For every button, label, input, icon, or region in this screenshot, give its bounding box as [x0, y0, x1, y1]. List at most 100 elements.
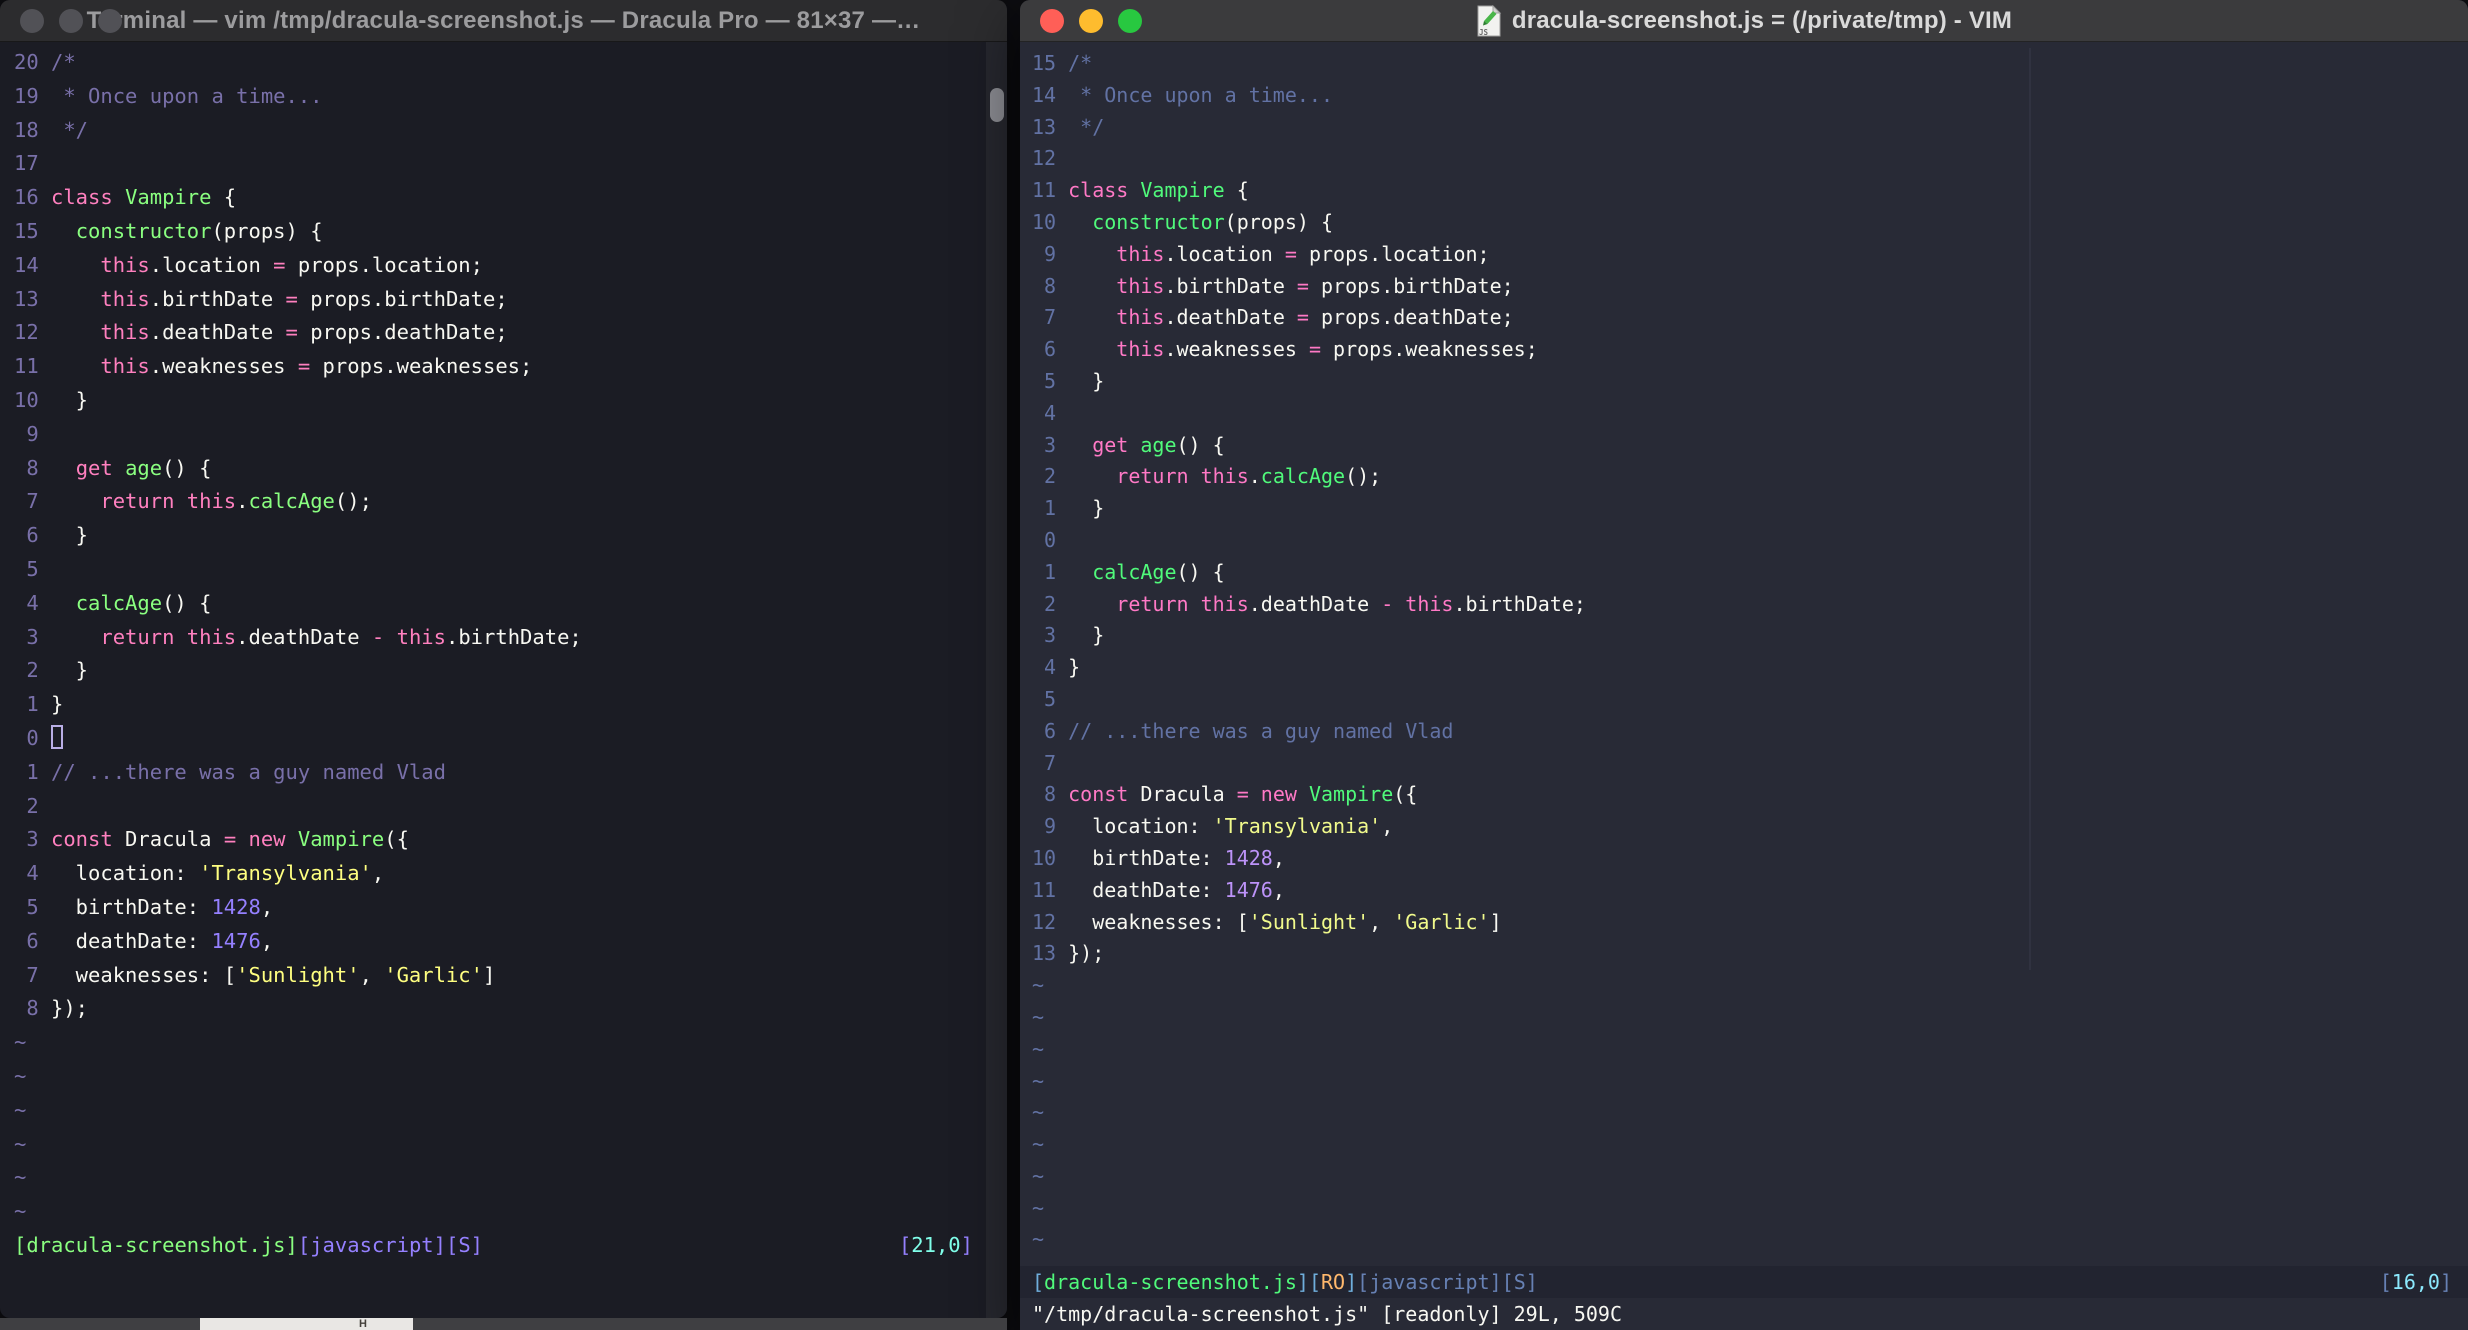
line-number: 7 [26, 489, 39, 514]
minimize-button[interactable] [1079, 9, 1103, 33]
code-line[interactable]: 13 */ [1032, 112, 2456, 144]
code-line[interactable]: 9 this.location = props.location; [1032, 239, 2456, 271]
code-line[interactable]: 5 [1032, 684, 2456, 716]
code-line[interactable]: 10 birthDate: 1428, [1032, 843, 2456, 875]
code-line[interactable]: 7 [1032, 748, 2456, 780]
js-file-icon[interactable]: JS [1476, 5, 1502, 37]
code-line[interactable]: 4} [1032, 652, 2456, 684]
code-line[interactable]: 8 const Dracula = new Vampire({ [1032, 779, 2456, 811]
code-line[interactable]: 4 location: 'Transylvania', [14, 857, 979, 891]
code-text: } [1068, 496, 1105, 521]
scrollbar-thumb[interactable] [990, 88, 1004, 122]
vim-cursor [51, 724, 64, 749]
code-line[interactable]: 9 location: 'Transylvania', [1032, 811, 2456, 843]
line-number: 4 [1044, 655, 1057, 680]
code-text: // ...there was a guy named Vlad [51, 759, 446, 784]
terminal-titlebar[interactable]: Terminal — vim /tmp/dracula-screenshot.j… [0, 0, 1007, 42]
code-line[interactable]: 4 calcAge() { [14, 587, 979, 621]
tilde-line: ~ [1032, 1036, 1045, 1061]
tilde-line: ~ [1032, 1100, 1045, 1125]
vim-buffer-left[interactable]: 20/* 19 * Once upon a time... 18 */17 16 cla… [14, 46, 979, 1229]
code-line[interactable]: 5 [14, 553, 979, 587]
code-line[interactable]: 7 this.deathDate = props.deathDate; [1032, 302, 2456, 334]
code-line[interactable]: 6 deathDate: 1476, [14, 925, 979, 959]
code-text: * Once upon a time... [51, 83, 323, 108]
line-number: 10 [14, 387, 39, 412]
minimize-button[interactable] [59, 9, 83, 33]
code-line[interactable]: 12 weaknesses: ['Sunlight', 'Garlic'] [1032, 907, 2456, 939]
code-line[interactable]: 0 [14, 722, 979, 756]
code-line[interactable]: 11 this.weaknesses = props.weaknesses; [14, 350, 979, 384]
code-line[interactable]: 3 return this.deathDate - this.birthDate… [14, 621, 979, 655]
code-line[interactable]: 20 /* [14, 46, 979, 80]
code-line[interactable]: 1 calcAge() { [1032, 557, 2456, 589]
zoom-button[interactable] [98, 9, 122, 33]
macvim-titlebar[interactable]: JS dracula-screenshot.js = (/private/tmp… [1020, 0, 2468, 42]
code-text: const Dracula = new Vampire({ [1068, 782, 1418, 807]
code-text: } [51, 658, 89, 683]
zoom-button[interactable] [1118, 9, 1142, 33]
macvim-title: dracula-screenshot.js = (/private/tmp) -… [1511, 7, 2013, 34]
code-line[interactable]: 11 deathDate: 1476, [1032, 875, 2456, 907]
code-line[interactable]: 4 [1032, 398, 2456, 430]
code-line[interactable]: 15 constructor(props) { [14, 215, 979, 249]
code-line[interactable]: 6 // ...there was a guy named Vlad [1032, 716, 2456, 748]
code-line[interactable]: 2 [14, 790, 979, 824]
line-number: 13 [1032, 114, 1057, 139]
code-text: get age() { [1092, 432, 1225, 457]
code-line[interactable]: 6 this.weaknesses = props.weaknesses; [1032, 334, 2456, 366]
line-number: 8 [1044, 273, 1057, 298]
code-line[interactable]: 14 * Once upon a time... [1032, 80, 2456, 112]
line-number: 9 [26, 421, 39, 446]
code-line[interactable]: 18 */ [14, 114, 979, 148]
code-text: birthDate: 1428, [51, 894, 274, 919]
line-number: 8 [1044, 782, 1057, 807]
code-line[interactable]: 1 // ...there was a guy named Vlad [14, 756, 979, 790]
code-line[interactable]: 5 birthDate: 1428, [14, 891, 979, 925]
code-line[interactable]: 2 } [14, 654, 979, 688]
code-line[interactable]: 2 return this.deathDate - this.birthDate… [1032, 589, 2456, 621]
line-number: 10 [1032, 845, 1057, 870]
code-line[interactable]: 9 [14, 418, 979, 452]
code-line[interactable]: 7 weaknesses: ['Sunlight', 'Garlic'] [14, 959, 979, 993]
code-line[interactable]: 17 [14, 147, 979, 181]
line-number: 5 [1044, 368, 1057, 393]
code-text: this.birthDate = props.birthDate; [1116, 273, 1514, 298]
code-line[interactable]: 13}); [1032, 938, 2456, 970]
line-number: 3 [26, 624, 39, 649]
code-line[interactable]: 12 [1032, 143, 2456, 175]
code-text: return this.deathDate - this.birthDate; [1116, 591, 1586, 616]
code-line[interactable]: 3 } [1032, 620, 2456, 652]
code-line[interactable]: 8 get age() { [14, 452, 979, 486]
code-line[interactable]: 7 return this.calcAge(); [14, 485, 979, 519]
code-line[interactable]: 12 this.deathDate = props.deathDate; [14, 316, 979, 350]
code-line[interactable]: 15 /* [1032, 48, 2456, 80]
code-line[interactable]: 14 this.location = props.location; [14, 249, 979, 283]
code-line[interactable]: 6 } [14, 519, 979, 553]
line-number: 0 [1044, 527, 1057, 552]
code-line[interactable]: 8}); [14, 992, 979, 1026]
code-line[interactable]: 3 const Dracula = new Vampire({ [14, 823, 979, 857]
code-text [51, 724, 64, 750]
tilde-line: ~ [14, 1030, 27, 1055]
close-button[interactable] [1040, 9, 1064, 33]
code-line[interactable]: 3 get age() { [1032, 430, 2456, 462]
vim-buffer-right[interactable]: 15/* 14 * Once upon a time... 13 */12 11 cla… [1032, 48, 2456, 1256]
code-line[interactable]: 1 } [1032, 493, 2456, 525]
code-line[interactable]: 8 this.birthDate = props.birthDate; [1032, 271, 2456, 303]
code-line[interactable]: 5 } [1032, 366, 2456, 398]
code-text: get age() { [75, 455, 212, 480]
close-button[interactable] [20, 9, 44, 33]
terminal-scrollbar[interactable] [986, 42, 1007, 1318]
code-line[interactable]: 16 class Vampire { [14, 181, 979, 215]
line-number: 6 [1044, 718, 1057, 743]
code-line[interactable]: 1} [14, 688, 979, 722]
code-line[interactable]: 0 [1032, 525, 2456, 557]
code-line[interactable]: 2 return this.calcAge(); [1032, 461, 2456, 493]
code-line[interactable]: 10 constructor(props) { [1032, 207, 2456, 239]
code-line[interactable]: 13 this.birthDate = props.birthDate; [14, 283, 979, 317]
code-line[interactable]: 10 } [14, 384, 979, 418]
line-number: 1 [26, 692, 39, 717]
code-line[interactable]: 11 class Vampire { [1032, 175, 2456, 207]
code-line[interactable]: 19 * Once upon a time... [14, 80, 979, 114]
